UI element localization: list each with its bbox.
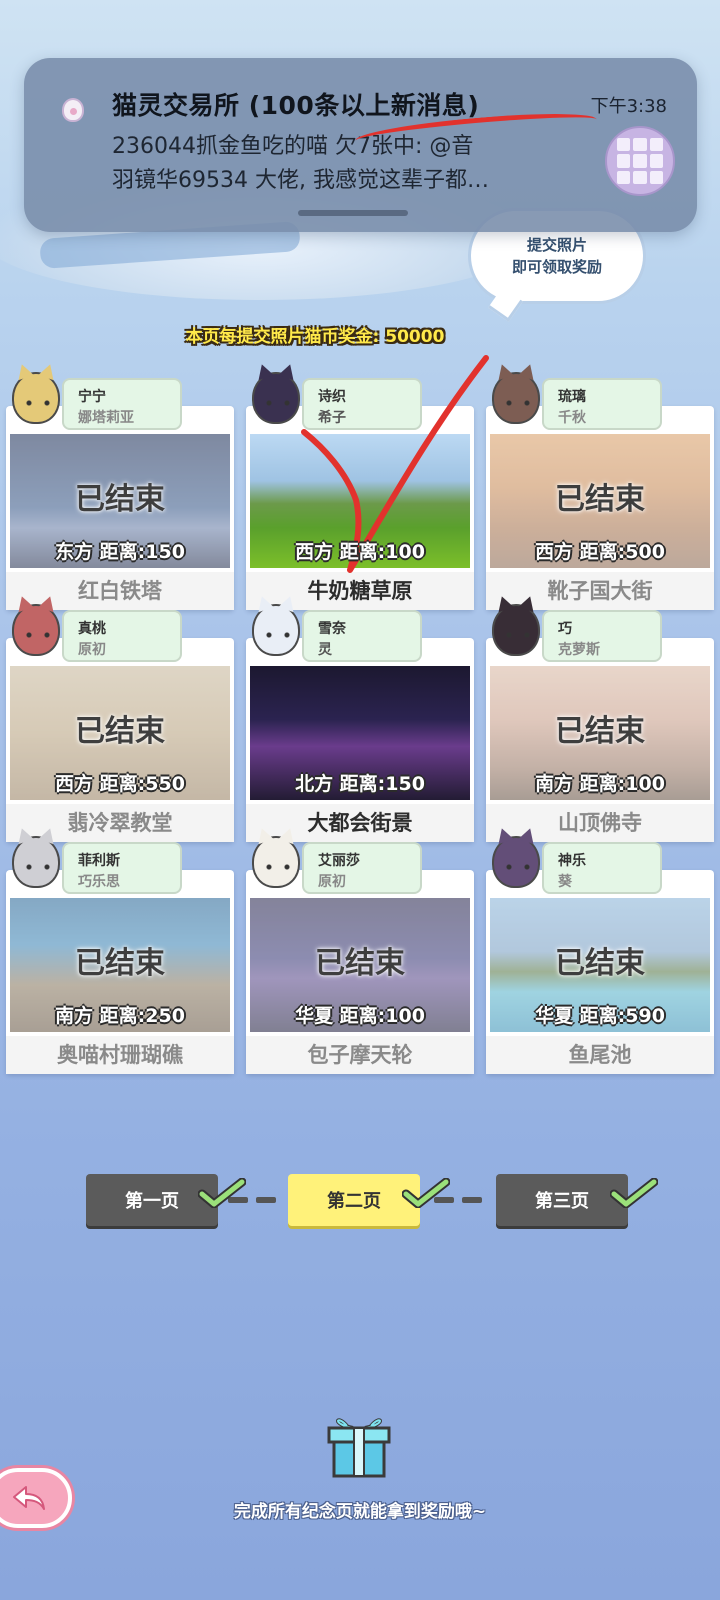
character-name: 巧 bbox=[558, 621, 572, 637]
location-photo: 已结束西方 距离:550 bbox=[10, 666, 230, 800]
app-icon bbox=[62, 98, 84, 122]
notification-drag-handle[interactable] bbox=[298, 210, 408, 216]
bonus-banner: 本页每提交照片猫币奖金: 50000 bbox=[185, 327, 445, 347]
character-avatar-icon bbox=[12, 836, 60, 888]
character-name: 雪奈 bbox=[318, 621, 346, 637]
character-subname: 原初 bbox=[78, 642, 106, 658]
location-card[interactable]: 已结束南方 距离:250 奥喵村珊瑚礁 菲利斯巧乐思 bbox=[6, 836, 234, 1074]
page-3-check-icon bbox=[609, 1177, 659, 1209]
character-avatar-icon bbox=[252, 836, 300, 888]
page-3-label: 第三页 bbox=[535, 1191, 589, 1212]
location-photo: 已结束南方 距离:250 bbox=[10, 898, 230, 1032]
direction-distance: 西方 距离:100 bbox=[295, 541, 425, 563]
character-name: 菲利斯 bbox=[78, 853, 120, 869]
location-card[interactable]: 已结束华夏 距离:590 鱼尾池 神乐葵 bbox=[486, 836, 714, 1074]
character-name: 艾丽莎 bbox=[318, 853, 360, 869]
character-tag: 巧克萝斯 bbox=[542, 610, 662, 662]
ended-label: 已结束 bbox=[555, 946, 645, 981]
location-card[interactable]: 已结束 南方 距离:100 山顶佛寺巧克萝斯 bbox=[486, 604, 714, 842]
page-connector bbox=[256, 1197, 276, 1203]
character-subname: 希子 bbox=[318, 410, 346, 426]
location-photo: 已结束华夏 距离:100 bbox=[250, 898, 470, 1032]
direction-distance: 北方 距离:150 bbox=[295, 773, 425, 795]
character-name: 诗织 bbox=[318, 389, 346, 405]
character-tag: 菲利斯 巧乐思 bbox=[62, 842, 182, 894]
character-tag: 神乐葵 bbox=[542, 842, 662, 894]
direction-distance: 华夏 距离:100 bbox=[295, 1005, 425, 1027]
character-name: 宁宁 bbox=[78, 389, 106, 405]
hint-line-2: 即可领取奖励 bbox=[511, 258, 602, 276]
character-tag: 琉璃 千秋 bbox=[542, 378, 662, 430]
page-2-button[interactable]: 第二页 bbox=[288, 1174, 420, 1226]
character-tag: 艾丽莎 原初 bbox=[302, 842, 422, 894]
gift-box-icon[interactable] bbox=[323, 1408, 395, 1480]
page-2-check-icon bbox=[401, 1177, 451, 1209]
character-name: 真桃 bbox=[78, 621, 106, 637]
location-photo: 已结束东方 距离:150 bbox=[10, 434, 230, 568]
character-avatar-icon bbox=[492, 604, 540, 656]
ended-label: 已结束 bbox=[75, 946, 165, 981]
game-screen: 提交照片 即可领取奖励 猫灵交易所 (100条以上新消息) 下午3:38 236… bbox=[0, 0, 720, 1600]
location-card[interactable]: 已结束 西方 距离:500 靴子国大街 琉璃 千秋 bbox=[486, 372, 714, 610]
page-2-label: 第二页 bbox=[327, 1191, 381, 1212]
ended-label: 已结束 bbox=[75, 482, 165, 517]
location-card[interactable]: 已结束 西方 距离:550 翡冷翠教堂 真桃 原初 bbox=[6, 604, 234, 842]
notification-body: 236044抓金鱼吃的喵 欠7张中: @音 羽镜华69534 大佬, 我感觉这辈… bbox=[112, 130, 582, 198]
character-avatar-icon bbox=[252, 372, 300, 424]
ended-label: 已结束 bbox=[75, 714, 165, 749]
character-subname: 原初 bbox=[318, 874, 346, 890]
location-photo: 已结束华夏 距离:590 bbox=[490, 898, 710, 1032]
direction-distance: 华夏 距离:590 bbox=[535, 1005, 665, 1027]
character-avatar-icon bbox=[492, 836, 540, 888]
location-card[interactable]: 已结束 东方 距离:150 红白铁塔 宁宁 娜塔莉亚 bbox=[6, 372, 234, 610]
notification-line-2: 羽镜华69534 大佬, 我感觉这辈子都… bbox=[112, 168, 489, 193]
direction-distance: 南方 距离:250 bbox=[55, 1005, 185, 1027]
direction-distance: 南方 距离:100 bbox=[535, 773, 665, 795]
location-name: 奥喵村珊瑚礁 bbox=[6, 1036, 234, 1074]
character-subname: 千秋 bbox=[558, 410, 586, 426]
character-tag: 宁宁 娜塔莉亚 bbox=[62, 378, 182, 430]
location-photo: 北方 距离:150 bbox=[250, 666, 470, 800]
direction-distance: 东方 距离:150 bbox=[55, 541, 185, 563]
page-connector bbox=[462, 1197, 482, 1203]
group-avatar bbox=[605, 126, 675, 196]
character-subname: 灵 bbox=[318, 642, 332, 658]
character-name: 神乐 bbox=[558, 853, 586, 869]
location-name: 包子摩天轮 bbox=[246, 1036, 474, 1074]
ended-label: 已结束 bbox=[315, 946, 405, 981]
location-name: 鱼尾池 bbox=[486, 1036, 714, 1074]
location-card[interactable]: 北方 距离:150 大都会街景 雪奈灵 bbox=[246, 604, 474, 842]
location-card[interactable]: 已结束华夏 距离:100 包子摩天轮 艾丽莎原初 bbox=[246, 836, 474, 1074]
character-name: 琉璃 bbox=[558, 389, 586, 405]
ended-label: 已结束 bbox=[555, 714, 645, 749]
direction-distance: 西方 距离:500 bbox=[535, 541, 665, 563]
character-tag: 诗织 希子 bbox=[302, 378, 422, 430]
character-avatar-icon bbox=[252, 604, 300, 656]
character-subname: 葵 bbox=[558, 874, 572, 890]
character-subname: 娜塔莉亚 bbox=[78, 410, 134, 426]
reward-hint-text: 完成所有纪念页就能拿到奖励哦~ bbox=[233, 1502, 487, 1522]
back-button[interactable] bbox=[0, 1468, 72, 1528]
character-subname: 克萝斯 bbox=[558, 642, 600, 658]
back-arrow-icon bbox=[13, 1486, 45, 1510]
location-photo: 已结束西方 距离:500 bbox=[490, 434, 710, 568]
notification-time: 下午3:38 bbox=[590, 96, 667, 117]
ended-label: 已结束 bbox=[555, 482, 645, 517]
character-avatar-icon bbox=[12, 604, 60, 656]
direction-distance: 西方 距离:550 bbox=[55, 773, 185, 795]
character-avatar-icon bbox=[492, 372, 540, 424]
character-tag: 雪奈灵 bbox=[302, 610, 422, 662]
notification-title: 猫灵交易所 (100条以上新消息) bbox=[112, 91, 480, 120]
character-avatar-icon bbox=[12, 372, 60, 424]
page-1-check-icon bbox=[197, 1177, 247, 1209]
hint-line-1: 提交照片 bbox=[526, 236, 587, 254]
character-tag: 真桃 原初 bbox=[62, 610, 182, 662]
location-photo: 已结束南方 距离:100 bbox=[490, 666, 710, 800]
character-subname: 巧乐思 bbox=[78, 874, 120, 890]
page-3-button[interactable]: 第三页 bbox=[496, 1174, 628, 1226]
page-1-label: 第一页 bbox=[125, 1191, 179, 1212]
